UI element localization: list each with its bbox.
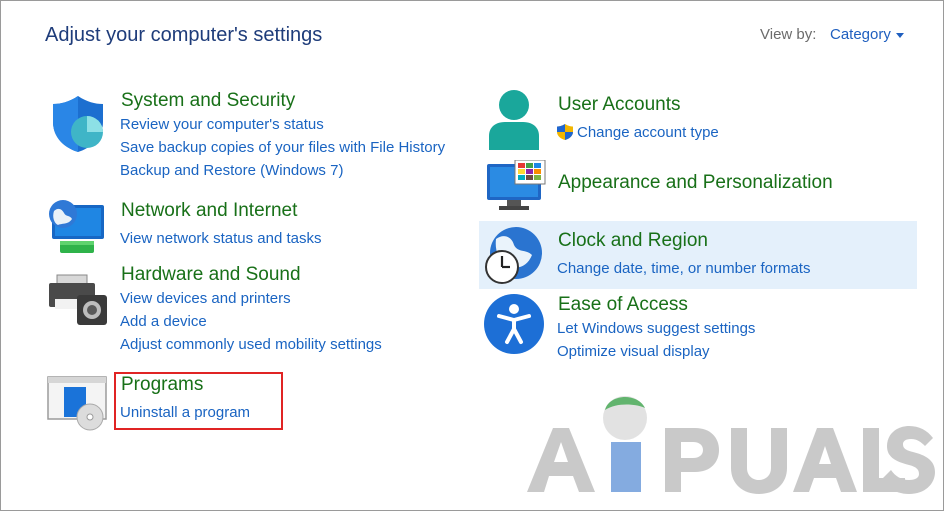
highlight-annotation-box (114, 372, 283, 430)
review-status-link[interactable]: Review your computer's status (120, 116, 324, 133)
view-by-value: Category (830, 26, 891, 43)
accessibility-icon[interactable] (483, 293, 545, 355)
hardware-sound-title[interactable]: Hardware and Sound (121, 264, 301, 286)
uac-shield-icon (557, 124, 573, 140)
change-formats-link[interactable]: Change date, time, or number formats (557, 260, 810, 277)
devices-printers-link[interactable]: View devices and printers (120, 290, 291, 307)
add-device-link[interactable]: Add a device (120, 313, 207, 330)
network-status-link[interactable]: View network status and tasks (120, 230, 322, 247)
clock-globe-icon[interactable] (482, 225, 546, 287)
backup-restore-link[interactable]: Backup and Restore (Windows 7) (120, 162, 343, 179)
programs-disc-icon[interactable] (46, 375, 108, 431)
clock-region-title[interactable]: Clock and Region (558, 230, 708, 252)
ease-of-access-title[interactable]: Ease of Access (558, 294, 688, 316)
network-globe-icon[interactable] (46, 197, 108, 255)
appuals-watermark-logo (527, 396, 935, 494)
page-title: Adjust your computer's settings (45, 24, 323, 46)
file-history-link[interactable]: Save backup copies of your files with Fi… (120, 139, 445, 156)
mobility-settings-link[interactable]: Adjust commonly used mobility settings (120, 336, 382, 353)
user-icon[interactable] (485, 88, 545, 150)
system-security-title[interactable]: System and Security (121, 90, 295, 112)
monitor-color-icon[interactable] (485, 160, 547, 212)
optimize-visual-display-link[interactable]: Optimize visual display (557, 343, 710, 360)
printer-speaker-icon[interactable] (47, 273, 109, 327)
user-accounts-title[interactable]: User Accounts (558, 94, 681, 116)
change-account-type-link[interactable]: Change account type (577, 124, 719, 141)
windows-suggest-settings-link[interactable]: Let Windows suggest settings (557, 320, 755, 337)
appearance-personalization-title[interactable]: Appearance and Personalization (558, 172, 833, 194)
chevron-down-icon (895, 32, 904, 38)
view-by-label: View by: (760, 26, 817, 43)
shield-icon[interactable] (47, 92, 109, 154)
network-internet-title[interactable]: Network and Internet (121, 200, 297, 222)
view-by-dropdown[interactable]: Category (830, 26, 904, 43)
